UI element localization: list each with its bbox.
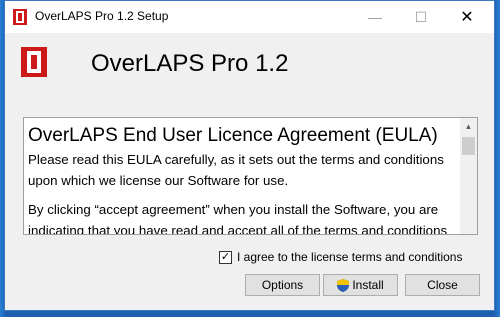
checkmark-icon: ✓ (220, 250, 231, 263)
install-button-label: Install (352, 278, 384, 292)
eula-content: OverLAPS End User Licence Agreement (EUL… (28, 124, 460, 235)
maximize-button[interactable]: ☐ (398, 1, 444, 33)
agree-checkbox[interactable]: ✓ (219, 250, 232, 264)
close-button-label: Close (427, 278, 458, 292)
installer-header: OverLAPS Pro 1.2 (5, 33, 494, 101)
maximize-icon: ☐ (414, 8, 428, 25)
eula-title: OverLAPS End User Licence Agreement (EUL… (28, 125, 438, 146)
close-button[interactable]: Close (405, 274, 480, 296)
minimize-icon: — (368, 9, 382, 25)
title-bar[interactable]: OverLAPS Pro 1.2 Setup — ☐ ✕ (5, 1, 494, 33)
scroll-thumb[interactable] (462, 137, 475, 155)
uac-shield-icon (337, 278, 350, 292)
options-button-label: Options (261, 278, 304, 292)
overlaps-logo-icon (21, 47, 47, 77)
agree-label[interactable]: I agree to the license terms and conditi… (237, 250, 462, 264)
eula-text-box[interactable]: OverLAPS End User Licence Agreement (EUL… (23, 117, 478, 235)
close-icon: ✕ (460, 9, 474, 26)
eula-scrollbar[interactable]: ▲ (460, 118, 477, 234)
scroll-up-icon[interactable]: ▲ (460, 118, 477, 135)
close-window-button[interactable]: ✕ (444, 1, 490, 33)
setup-window: OverLAPS Pro 1.2 Setup — ☐ ✕ OverLAPS Pr… (4, 0, 495, 311)
agree-row[interactable]: ✓ I agree to the license terms and condi… (219, 250, 462, 264)
app-heading: OverLAPS Pro 1.2 (91, 50, 289, 77)
minimize-button[interactable]: — (352, 1, 398, 33)
eula-paragraph: Please read this EULA carefully, as it s… (28, 152, 444, 188)
options-button[interactable]: Options (245, 274, 320, 296)
app-icon (13, 9, 27, 25)
install-button[interactable]: Install (323, 274, 398, 296)
window-title: OverLAPS Pro 1.2 Setup (35, 9, 169, 23)
eula-paragraph: By clicking “accept agreement” when you … (28, 202, 448, 235)
